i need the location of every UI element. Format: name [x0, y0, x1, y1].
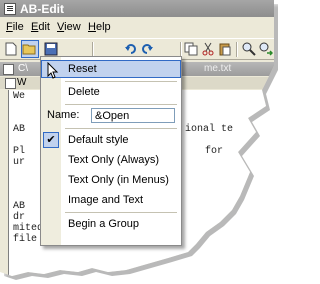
- menu-bar: File Edit View Help: [0, 19, 274, 36]
- menu-view[interactable]: View: [57, 21, 81, 33]
- document-filename: me.txt: [204, 63, 232, 74]
- save-icon[interactable]: [44, 42, 58, 56]
- paste-icon[interactable]: [218, 42, 232, 56]
- toolbar-separator: [180, 42, 182, 57]
- menu-separator: [65, 128, 177, 129]
- document-title: C\: [18, 63, 28, 74]
- undo-icon[interactable]: [124, 42, 138, 56]
- menu-separator: [65, 212, 177, 213]
- open-folder-icon[interactable]: [21, 40, 39, 58]
- menu-item-image-and-text[interactable]: Image and Text: [41, 191, 181, 209]
- menu-item-reset[interactable]: Reset: [41, 60, 181, 78]
- menu-view-rest: iew: [64, 21, 81, 33]
- editor-line: ur: [13, 157, 26, 168]
- menu-item-delete-label: Delete: [68, 86, 100, 98]
- checkmark-icon: ✔: [43, 132, 59, 148]
- menu-help[interactable]: Help: [88, 21, 111, 33]
- window-titlebar[interactable]: AB-Edit: [0, 0, 274, 17]
- editor-line: We: [13, 91, 26, 102]
- menu-item-begin-group-label: Begin a Group: [68, 218, 139, 230]
- menu-item-default-style[interactable]: ✔ Default style: [41, 131, 181, 149]
- document-tab-label: W: [17, 77, 27, 88]
- menu-item-text-only-always-label: Text Only (Always): [68, 154, 160, 166]
- menu-file-key: F: [6, 21, 13, 33]
- menu-help-rest: elp: [95, 21, 111, 33]
- menu-item-delete[interactable]: Delete: [41, 83, 181, 101]
- editor-line: AB: [13, 201, 26, 212]
- document-tab-icon: [5, 78, 16, 89]
- window-title: AB-Edit: [20, 2, 64, 16]
- redo-icon[interactable]: [140, 42, 154, 56]
- application-window: AB-Edit File Edit View Help C\ me.txt W …: [0, 0, 274, 276]
- editor-line: dr: [13, 212, 26, 223]
- editor-line-fragment: ional te: [185, 124, 234, 135]
- arrow-cursor-icon: [47, 62, 59, 79]
- name-input[interactable]: [95, 110, 173, 122]
- name-label: Name:: [47, 109, 80, 121]
- menu-item-reset-label: Reset: [68, 63, 97, 75]
- menu-separator: [65, 104, 177, 105]
- toolbar-separator: [236, 42, 238, 57]
- menu-item-text-only-in-menus-label: Text Only (in Menus): [68, 174, 169, 186]
- editor-line: AB: [13, 124, 26, 135]
- toolbar-separator: [92, 42, 94, 57]
- app-icon: [4, 3, 16, 15]
- menu-file-rest: ile: [12, 21, 24, 33]
- menu-item-text-only-always[interactable]: Text Only (Always): [41, 151, 181, 169]
- menu-edit-rest: dit: [38, 21, 50, 33]
- new-file-icon[interactable]: [4, 42, 18, 56]
- menu-item-default-style-label: Default style: [68, 134, 129, 146]
- editor-line: Pl: [13, 146, 26, 157]
- copy-icon[interactable]: [184, 42, 198, 56]
- cut-icon[interactable]: [201, 42, 215, 56]
- menu-help-key: H: [88, 21, 96, 33]
- document-icon: [3, 64, 14, 75]
- toolbar-button-context-menu: Reset Delete Name: ✔ Default style Text …: [40, 56, 182, 246]
- menu-item-text-only-in-menus[interactable]: Text Only (in Menus): [41, 171, 181, 189]
- menu-file[interactable]: File: [6, 21, 24, 33]
- find-icon[interactable]: [242, 42, 256, 56]
- menu-item-begin-group[interactable]: Begin a Group: [41, 215, 181, 233]
- menu-item-image-and-text-label: Image and Text: [68, 194, 144, 206]
- replace-icon[interactable]: [259, 42, 274, 56]
- menu-separator: [65, 81, 177, 82]
- editor-line-fragment: for: [205, 146, 224, 157]
- name-field[interactable]: [91, 108, 175, 123]
- menu-edit[interactable]: Edit: [31, 21, 50, 33]
